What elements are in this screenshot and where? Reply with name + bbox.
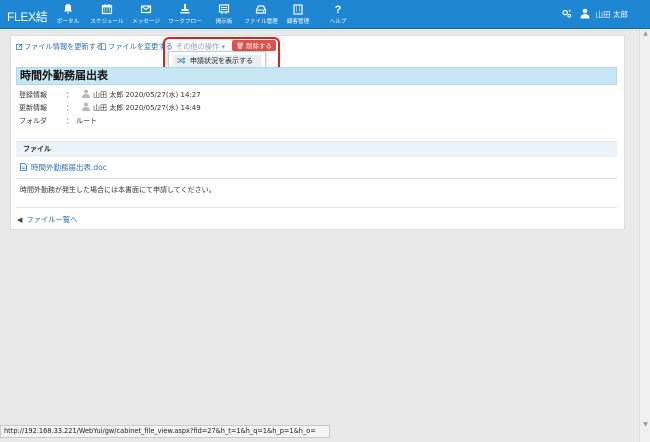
divider (16, 178, 617, 179)
building-icon (278, 3, 318, 17)
brand-logo[interactable]: FLEX結 (7, 8, 48, 25)
file-name: 時間外勤務届出表.doc (31, 163, 107, 172)
file-icon (100, 43, 107, 50)
file-link[interactable]: 時間外勤務届出表.doc (20, 162, 107, 173)
change-file-link[interactable]: ファイルを変更する (100, 42, 173, 52)
nav-label: ファイル管理 (244, 19, 278, 25)
colon: ： (66, 91, 73, 99)
back-to-file-list-link[interactable]: ◀ ファイル一覧へ (17, 215, 77, 225)
question-icon: ? (318, 3, 358, 17)
nav-file-management[interactable]: ファイル管理 (241, 3, 281, 25)
divider (16, 207, 617, 208)
nav-label: 顧客管理 (286, 19, 310, 25)
top-navbar: FLEX結 ポータル スケジュール メッセージ ワークフロー 掲示板 ファイル管… (0, 0, 650, 29)
nav-workflow[interactable]: ワークフロー (165, 3, 205, 25)
back-label: ファイル一覧へ (26, 215, 78, 224)
files-header: ファイル (16, 141, 617, 157)
nav-label: スケジュール (90, 19, 124, 25)
updated-value: 山田 太郎 2020/05/27(水) 14:49 (93, 103, 201, 113)
caret-left-icon: ◀ (17, 216, 23, 224)
file-detail-panel: ファイル情報を更新する ファイルを変更する その他の操作 ▾ 🗑 削除する 申請… (10, 35, 625, 230)
colon: ： (66, 117, 73, 125)
vertical-scrollbar[interactable]: ▲ ▼ (639, 29, 650, 442)
registered-at: 2020/05/27(水) 14:27 (125, 91, 201, 99)
calendar-icon (87, 3, 127, 17)
avatar-icon (82, 102, 90, 111)
colon: ： (66, 104, 73, 112)
nav-label: ヘルプ (329, 19, 347, 25)
nav-board[interactable]: 掲示板 (204, 3, 244, 25)
file-description: 時間外勤務が発生した場合には本書面にて申請してください。 (20, 186, 216, 194)
document-icon (20, 163, 27, 171)
svg-text:?: ? (335, 4, 342, 15)
bell-icon (48, 3, 88, 17)
envelope-icon (126, 3, 166, 17)
board-icon (204, 3, 244, 17)
nav-label: ポータル (56, 19, 80, 25)
folder-label: フォルダ (19, 117, 47, 125)
user-name[interactable]: 山田 太郎 (596, 9, 628, 20)
gear-icon[interactable] (561, 8, 572, 21)
nav-label: メッセージ (132, 19, 160, 25)
scroll-up-icon[interactable]: ▲ (641, 30, 650, 39)
registered-user: 山田 太郎 (93, 91, 124, 99)
folder-value: ルート (76, 117, 97, 125)
updated-label: 更新情報 (19, 104, 47, 112)
drive-icon (241, 3, 281, 17)
edit-icon (16, 43, 23, 50)
update-info-link[interactable]: ファイル情報を更新する (16, 42, 103, 52)
registered-value: 山田 太郎 2020/05/27(水) 14:27 (93, 90, 201, 100)
browser-status-url: http://192.168.33.221/WebYui/gw/cabinet_… (0, 425, 330, 438)
stamp-icon (165, 3, 205, 17)
update-info-label: ファイル情報を更新する (24, 42, 104, 51)
scroll-down-icon[interactable]: ▼ (641, 421, 650, 430)
nav-label: 掲示板 (215, 19, 233, 25)
document-title: 時間外勤務届出表 (16, 67, 617, 85)
nav-portal[interactable]: ポータル (48, 3, 88, 25)
registered-label: 登録情報 (19, 91, 47, 99)
avatar-icon (82, 89, 90, 98)
nav-label: ワークフロー (168, 19, 202, 25)
nav-help[interactable]: ? ヘルプ (318, 3, 358, 25)
nav-message[interactable]: メッセージ (126, 3, 166, 25)
updated-at: 2020/05/27(水) 14:49 (125, 104, 201, 112)
user-icon[interactable] (580, 8, 590, 21)
nav-customer-management[interactable]: 顧客管理 (278, 3, 318, 25)
updated-user: 山田 太郎 (93, 104, 124, 112)
nav-schedule[interactable]: スケジュール (87, 3, 127, 25)
